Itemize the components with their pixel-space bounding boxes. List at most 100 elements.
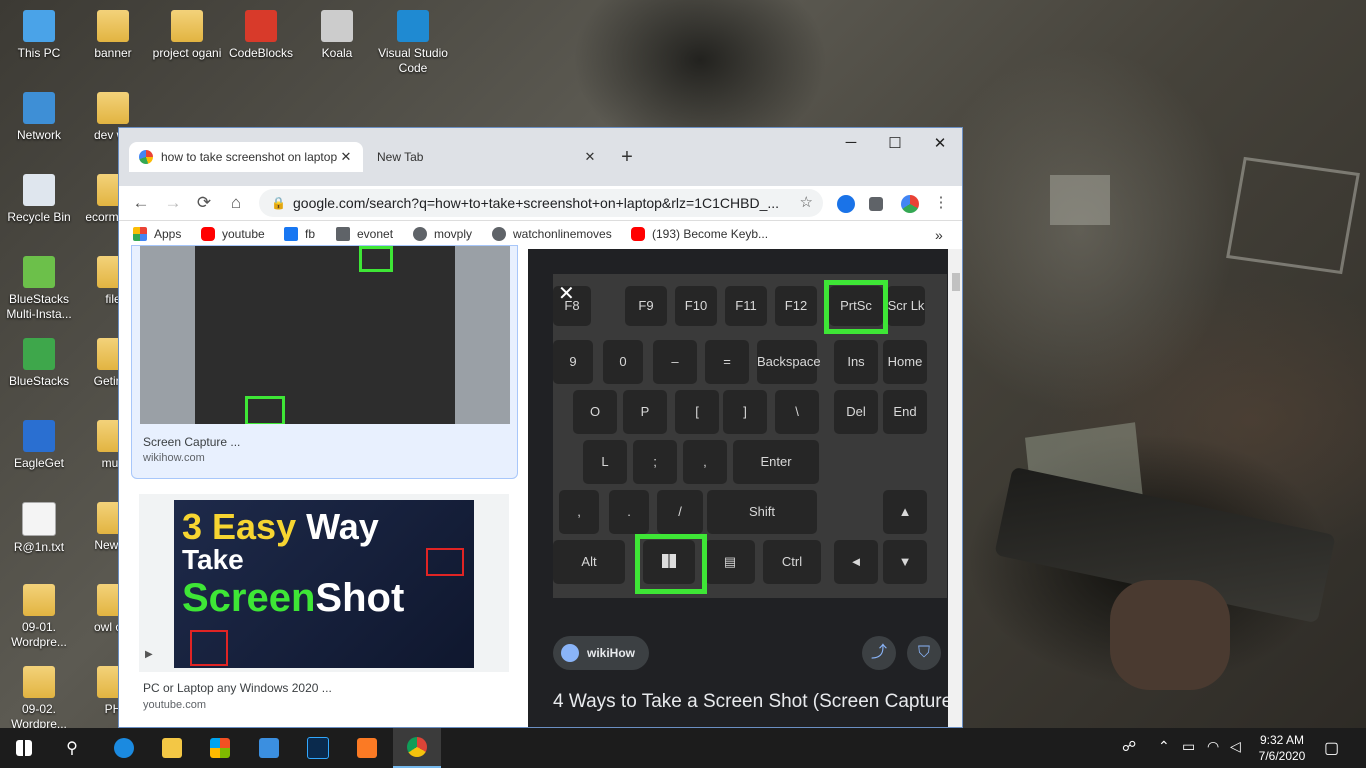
battery-icon[interactable]: ▭ [1182,738,1195,755]
desktop-icon[interactable]: Recycle Bin [0,174,78,225]
desktop-icon[interactable]: 09-02. Wordpre... [0,666,78,732]
bookmark-label: (193) Become Keyb... [652,227,769,241]
preview-image[interactable]: F8 F9 F10 F11 F12 PrtSc Scr Lk 9 0– = Backspace Ins… [553,274,947,598]
key-home: Home [883,340,927,384]
source-chip[interactable]: wikiHow [553,636,650,670]
maximize-button[interactable]: ☐ [875,134,915,152]
address-bar[interactable]: 🔒 google.com/search?q=how+to+take+screen… [259,189,823,217]
bookmark-become-keyb[interactable]: (193) Become Keyb... [631,227,768,241]
desktop-icon[interactable]: Koala [298,10,376,61]
folder-icon [23,666,55,698]
close-tab-icon[interactable]: ✕ [583,149,597,165]
bookmark-star-icon[interactable]: ☆ [800,189,813,217]
taskbar-file-explorer[interactable] [148,728,196,768]
people-icon[interactable]: ☍ [1122,738,1136,755]
image-result-card[interactable]: 3 Easy Way Take ScreenShot ▶ [139,494,509,672]
bookmark-label: watchonlinemoves [513,227,612,241]
thumbnail-text-part: 3 Easy [182,506,297,547]
extension-icon[interactable] [837,195,855,213]
share-icon[interactable]: ⤴ [862,636,896,670]
scrollbar[interactable] [948,249,962,727]
key-semicolon: ; [633,440,677,484]
start-button[interactable] [0,728,48,768]
result-caption[interactable]: PC or Laptop any Windows 2020 ... [143,681,332,695]
menu-kebab-icon[interactable]: ⋮ [929,193,953,211]
key-l: L [583,440,627,484]
minimize-button[interactable]: ─ [831,134,871,151]
recycle-bin-icon [23,174,55,206]
tab-search[interactable]: how to take screenshot on laptop ✕ [129,142,363,172]
thumbnail-text-part: Way [296,506,379,547]
wallpaper-detail [1050,175,1110,225]
bookmark-movply[interactable]: movply [413,227,472,241]
key-f12: F12 [775,286,817,326]
reload-button[interactable]: ⟳ [192,193,216,213]
key-menu: ▤ [705,540,755,584]
bookmark-evonet[interactable]: evonet [336,227,393,241]
thumbnail-text: Take [182,544,244,575]
close-preview-button[interactable]: ✕ [558,281,575,306]
desktop-icon[interactable]: 09-01. Wordpre... [0,584,78,650]
taskbar-mail[interactable] [245,728,293,768]
desktop-icon[interactable]: BlueStacks Multi-Insta... [0,256,78,322]
taskbar-store[interactable] [196,728,244,768]
desktop-icon[interactable]: This PC [0,10,78,61]
desktop-icon[interactable]: R@1n.txt [0,502,78,555]
new-tab-button[interactable]: + [615,146,639,170]
bookmark-icon[interactable]: ⛉ [907,636,941,670]
taskbar-photoshop[interactable] [294,728,342,768]
globe-icon [492,227,506,241]
youtube-icon [631,227,645,241]
bookmarks-overflow-button[interactable]: » [935,227,943,243]
notifications-icon[interactable]: ▢ [1324,738,1339,758]
back-button[interactable]: ← [129,193,153,213]
desktop-icon[interactable]: project ogani [148,10,226,61]
system-clock[interactable]: 9:32 AM 7/6/2020 [1254,732,1310,764]
bookmark-fb[interactable]: fb [284,227,315,241]
key-down: ▼ [883,540,927,584]
key-rbracket: ] [723,390,767,434]
key-slash: / [657,490,703,534]
video-thumbnail-image[interactable]: 3 Easy Way Take ScreenShot [174,500,474,668]
key-quote: ‚ [683,440,727,484]
key-left: ◄ [834,540,878,584]
desktop-icon[interactable]: Visual Studio Code [374,10,452,76]
bookmark-apps[interactable]: Apps [133,227,181,241]
preview-title[interactable]: 4 Ways to Take a Screen Shot (Screen Cap… [553,689,948,715]
image-preview-panel: F8 F9 F10 F11 F12 PrtSc Scr Lk 9 0– = Backspace Ins… [528,249,948,727]
result-source: youtube.com [143,699,206,711]
this-pc-icon [23,10,55,42]
search-button[interactable]: ⚲ [48,728,96,768]
taskbar-xampp[interactable] [343,728,391,768]
bookmark-youtube[interactable]: youtube [201,227,265,241]
source-name: wikiHow [587,646,636,660]
home-button[interactable]: ⌂ [224,193,248,213]
desktop-icon[interactable]: Network [0,92,78,143]
extensions-puzzle-icon[interactable] [869,197,883,211]
close-tab-icon[interactable]: ✕ [339,149,353,165]
profile-avatar[interactable] [901,195,919,213]
desktop-icon[interactable]: EagleGet [0,420,78,471]
taskbar-edge[interactable] [100,728,148,768]
desktop-icon[interactable]: banner [74,10,152,61]
desktop-icon-label: project ogani [152,46,222,60]
wifi-icon[interactable]: ◠ [1207,738,1219,755]
desktop-icon[interactable]: BlueStacks [0,338,78,389]
tab-new-tab[interactable]: New Tab ✕ [369,142,605,172]
key-zero: 0 [603,340,643,384]
taskbar-chrome[interactable] [393,728,441,768]
image-result-card[interactable]: Screen Capture ... wikihow.com [131,245,518,479]
desktop-icon[interactable]: CodeBlocks [222,10,300,61]
result-caption[interactable]: Screen Capture ... [143,435,240,449]
result-thumbnail[interactable] [140,246,510,424]
volume-icon[interactable]: ◁ [1230,738,1241,755]
desktop-icon-label: R@1n.txt [13,540,65,554]
bookmark-watchonlinemoves[interactable]: watchonlinemoves [492,227,612,241]
chevron-up-icon[interactable]: ⌃ [1158,738,1170,755]
bluestacks-multi-icon [23,256,55,288]
close-window-button[interactable]: ✕ [920,134,960,152]
forward-button[interactable]: → [161,193,185,213]
prtsc-highlight [824,280,888,334]
windows-key-highlight [635,534,707,594]
play-icon: ▶ [145,649,153,660]
